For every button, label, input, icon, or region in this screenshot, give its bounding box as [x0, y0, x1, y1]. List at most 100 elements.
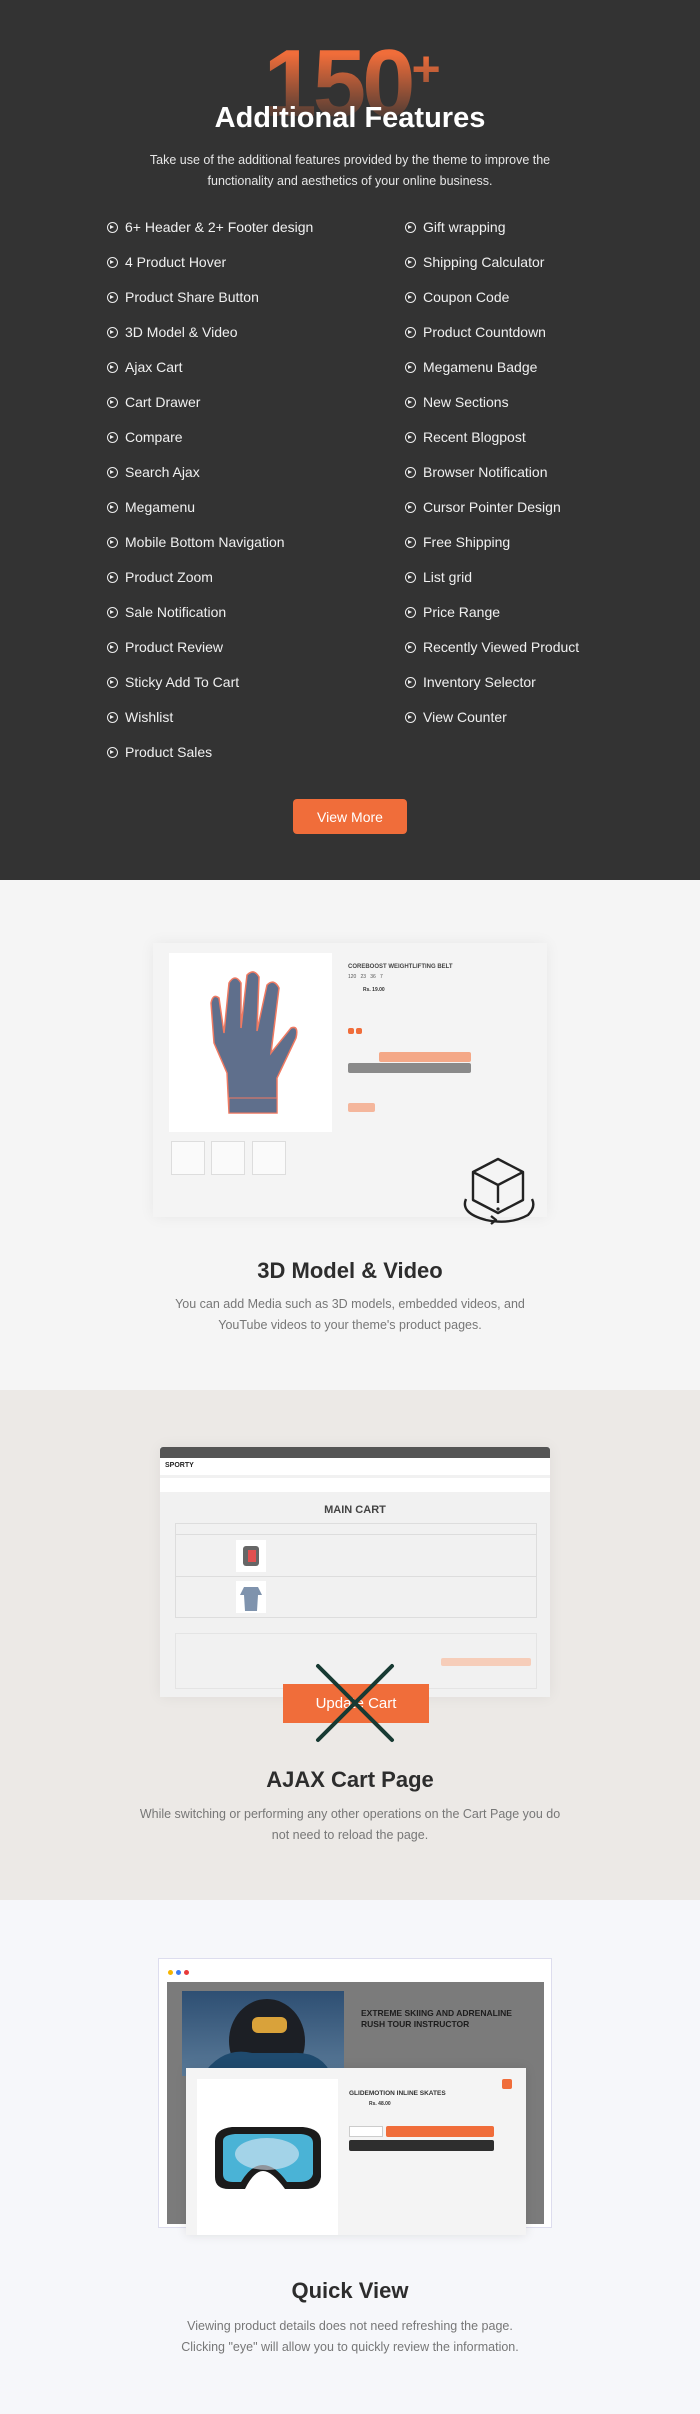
- feature-label: Wishlist: [125, 709, 174, 725]
- thumbnail[interactable]: [211, 1141, 245, 1175]
- quick-view-section: EXTREME SKIING AND ADRENALINE RUSH TOUR …: [0, 1900, 700, 2414]
- section-subtitle: Take use of the additional features prov…: [149, 153, 551, 188]
- circle-arrow-right-icon: [405, 711, 416, 723]
- feature-label: Product Review: [125, 639, 224, 655]
- feature-title: AJAX Cart Page: [266, 1767, 434, 1792]
- circle-arrow-right-icon: [405, 501, 416, 513]
- feature-label: Inventory Selector: [423, 674, 536, 690]
- feature-item: Inventory Selector: [405, 673, 536, 691]
- circle-arrow-right-icon: [405, 606, 416, 618]
- feature-item: Search Ajax: [107, 463, 200, 481]
- size-option[interactable]: [356, 1028, 362, 1034]
- feature-label: View Counter: [423, 709, 507, 725]
- breadcrumb: [160, 1478, 550, 1492]
- circle-arrow-right-icon: [107, 676, 118, 688]
- circle-arrow-right-icon: [107, 361, 118, 373]
- quantity-stepper[interactable]: [349, 2126, 383, 2137]
- buy-now-button[interactable]: [349, 2140, 494, 2151]
- circle-arrow-right-icon: [107, 466, 118, 478]
- view-more-button[interactable]: View More: [293, 799, 407, 834]
- buy-now-button[interactable]: [348, 1063, 471, 1073]
- feature-label: Search Ajax: [125, 464, 200, 480]
- feature-item: Megamenu: [107, 498, 195, 516]
- feature-item: Coupon Code: [405, 288, 509, 306]
- feature-item: 6+ Header & 2+ Footer design: [107, 218, 313, 236]
- share-button[interactable]: [348, 1103, 375, 1112]
- feature-label: Mobile Bottom Navigation: [125, 534, 285, 550]
- checkout-button[interactable]: [441, 1658, 531, 1666]
- ajax-cart-section: SPORTY MAIN CART Update Cart AJAX Cart P…: [0, 1390, 700, 1900]
- feature-item: Sticky Add To Cart: [107, 673, 239, 691]
- feature-item: Cursor Pointer Design: [405, 498, 561, 516]
- thumbnail[interactable]: [252, 1141, 286, 1175]
- feature-item: Product Zoom: [107, 568, 213, 586]
- feature-label: List grid: [423, 569, 473, 585]
- 3d-model-section: COREBOOST WEIGHTLIFTING BELT 120 23 36 7…: [0, 880, 700, 1390]
- feature-label: 3D Model & Video: [125, 324, 238, 340]
- feature-title: 3D Model & Video: [257, 1258, 443, 1283]
- feature-item: Product Sales: [107, 743, 212, 761]
- feature-label: Megamenu: [125, 499, 196, 515]
- feature-item: Wishlist: [107, 708, 173, 726]
- add-to-cart-button[interactable]: [386, 2126, 494, 2137]
- circle-arrow-right-icon: [405, 256, 416, 268]
- feature-item: Product Share Button: [107, 288, 259, 306]
- feature-label: Compare: [125, 429, 183, 445]
- size-option[interactable]: [348, 1028, 354, 1034]
- feature-label: 6+ Header & 2+ Footer design: [125, 219, 314, 235]
- feature-description: While switching or performing any other …: [139, 1807, 561, 1842]
- circle-arrow-right-icon: [405, 466, 416, 478]
- feature-label: Product Sales: [125, 744, 213, 760]
- announcement-bar: [160, 1447, 550, 1458]
- feature-item: Browser Notification: [405, 463, 548, 481]
- feature-item: Cart Drawer: [107, 393, 200, 411]
- countdown: 120 23 36 7: [348, 974, 383, 980]
- circle-arrow-right-icon: [107, 221, 118, 233]
- thumbnail[interactable]: [171, 1141, 205, 1175]
- feature-item: 4 Product Hover: [107, 253, 226, 271]
- circle-arrow-right-icon: [405, 641, 416, 653]
- feature-item: Mobile Bottom Navigation: [107, 533, 285, 551]
- close-button[interactable]: [502, 2079, 512, 2089]
- circle-arrow-right-icon: [107, 256, 118, 268]
- modal-product-title: GLIDEMOTION INLINE SKATES: [349, 2090, 446, 2097]
- modal-product-price: Rs. 48.00: [369, 2101, 391, 2107]
- product-title: COREBOOST WEIGHTLIFTING BELT: [348, 964, 453, 970]
- logo: SPORTY: [165, 1462, 194, 1469]
- feature-item: Compare: [107, 428, 183, 446]
- feature-label: Megamenu Badge: [423, 359, 538, 375]
- feature-item: Ajax Cart: [107, 358, 183, 376]
- feature-label: Cursor Pointer Design: [423, 499, 561, 515]
- add-to-cart-button[interactable]: [379, 1052, 471, 1062]
- 3d-cube-rotate-icon: [463, 1157, 535, 1225]
- circle-arrow-right-icon: [107, 501, 118, 513]
- additional-features-section: 150+ Additional Features Take use of the…: [0, 0, 700, 880]
- circle-arrow-right-icon: [107, 641, 118, 653]
- feature-label: Shipping Calculator: [423, 254, 545, 270]
- window-dot: [184, 1970, 189, 1975]
- feature-label: Price Range: [423, 604, 501, 620]
- window-dot: [176, 1970, 181, 1975]
- feature-label: Gift wrapping: [423, 219, 506, 235]
- modal-product-image: [197, 2079, 338, 2235]
- circle-arrow-right-icon: [405, 396, 416, 408]
- feature-item: Price Range: [405, 603, 500, 621]
- feature-label: Coupon Code: [423, 289, 510, 305]
- feature-item: Sale Notification: [107, 603, 226, 621]
- site-header: SPORTY: [160, 1458, 550, 1475]
- circle-arrow-right-icon: [107, 746, 118, 758]
- cross-icon: [316, 1664, 394, 1742]
- feature-item: View Counter: [405, 708, 507, 726]
- feature-item: New Sections: [405, 393, 509, 411]
- table-row: [176, 1535, 536, 1577]
- product-main-image: [169, 953, 332, 1132]
- circle-arrow-right-icon: [405, 676, 416, 688]
- feature-label: Product Share Button: [125, 289, 259, 305]
- banner-title: EXTREME SKIING AND ADRENALINE RUSH TOUR …: [361, 2008, 512, 2029]
- circle-arrow-right-icon: [405, 291, 416, 303]
- quick-view-modal: GLIDEMOTION INLINE SKATES Rs. 48.00: [186, 2068, 526, 2235]
- feature-item: Megamenu Badge: [405, 358, 537, 376]
- circle-arrow-right-icon: [405, 536, 416, 548]
- cart-heading: MAIN CART: [324, 1504, 386, 1516]
- circle-arrow-right-icon: [107, 536, 118, 548]
